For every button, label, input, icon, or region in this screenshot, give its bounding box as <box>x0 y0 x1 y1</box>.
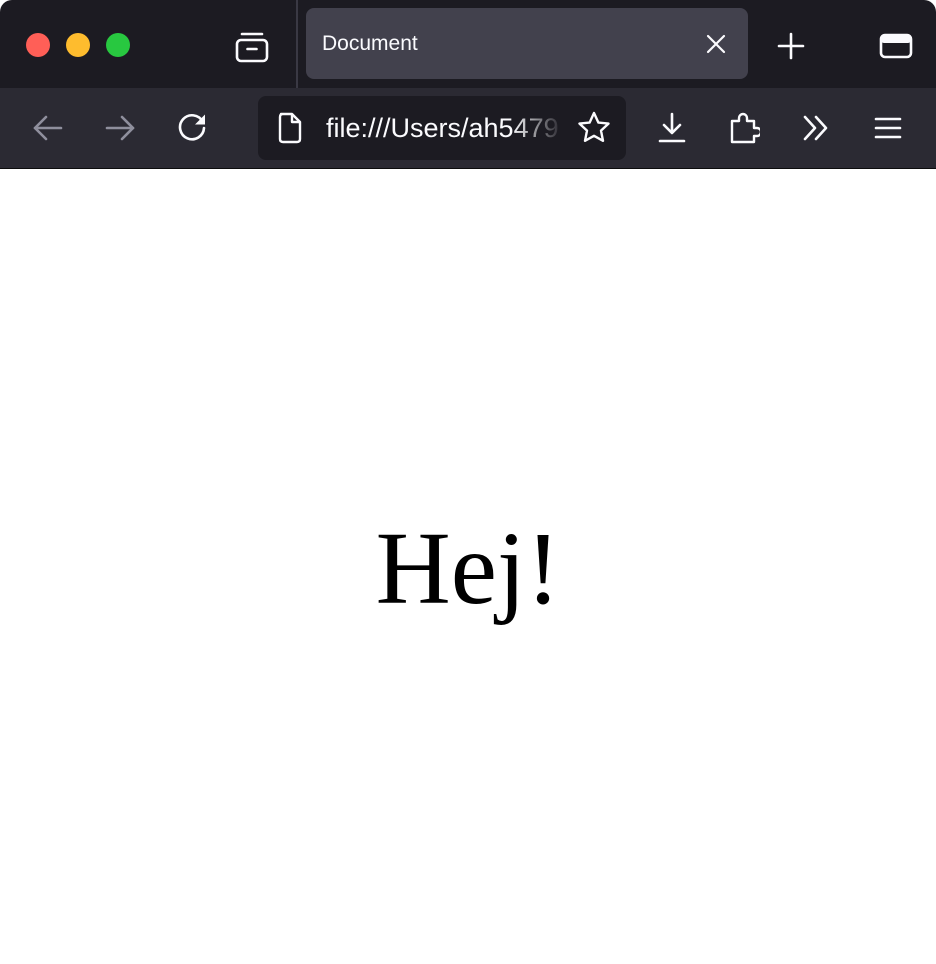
tab-document[interactable]: Document <box>306 8 748 79</box>
tab-list-button[interactable] <box>874 26 918 66</box>
reload-button[interactable] <box>170 108 214 148</box>
hamburger-menu-icon <box>874 117 902 139</box>
page-icon <box>278 112 302 144</box>
address-bar[interactable]: file:///Users/ah5479 <box>258 96 626 160</box>
window-minimize-button[interactable] <box>66 33 90 57</box>
tab-title: Document <box>322 32 418 55</box>
app-menu-button[interactable] <box>866 108 910 148</box>
tab-separator <box>296 0 298 88</box>
page-content: Hej! <box>0 169 936 964</box>
plus-icon <box>777 32 805 60</box>
arrow-left-icon <box>33 115 63 141</box>
arrow-right-icon <box>105 115 135 141</box>
forward-button[interactable] <box>98 108 142 148</box>
navigation-toolbar: file:///Users/ah5479 <box>0 88 936 168</box>
extensions-button[interactable] <box>722 108 766 148</box>
downloads-button[interactable] <box>650 108 694 148</box>
puzzle-icon <box>730 112 760 144</box>
bookmark-button[interactable] <box>574 110 614 146</box>
window-maximize-button[interactable] <box>106 33 130 57</box>
close-tab-button[interactable] <box>700 30 732 58</box>
download-icon <box>658 112 686 143</box>
star-icon <box>578 111 610 142</box>
url-text[interactable]: file:///Users/ah5479 <box>326 96 564 160</box>
window-close-button[interactable] <box>26 33 50 57</box>
back-button[interactable] <box>26 108 70 148</box>
chevron-double-right-icon <box>803 115 828 141</box>
tab-strip: Document <box>0 0 936 88</box>
page-heading: Hej! <box>375 511 561 626</box>
tab-list-icon <box>879 33 913 59</box>
firefox-view-button[interactable] <box>228 24 276 68</box>
overflow-menu-button[interactable] <box>794 108 838 148</box>
close-icon <box>706 34 726 54</box>
new-tab-button[interactable] <box>770 26 812 66</box>
firefox-view-icon <box>235 32 269 63</box>
reload-icon <box>178 114 206 141</box>
browser-window: Document file:///Users/ah5479 Hej! <box>0 0 936 964</box>
page-info-button[interactable] <box>276 112 304 144</box>
